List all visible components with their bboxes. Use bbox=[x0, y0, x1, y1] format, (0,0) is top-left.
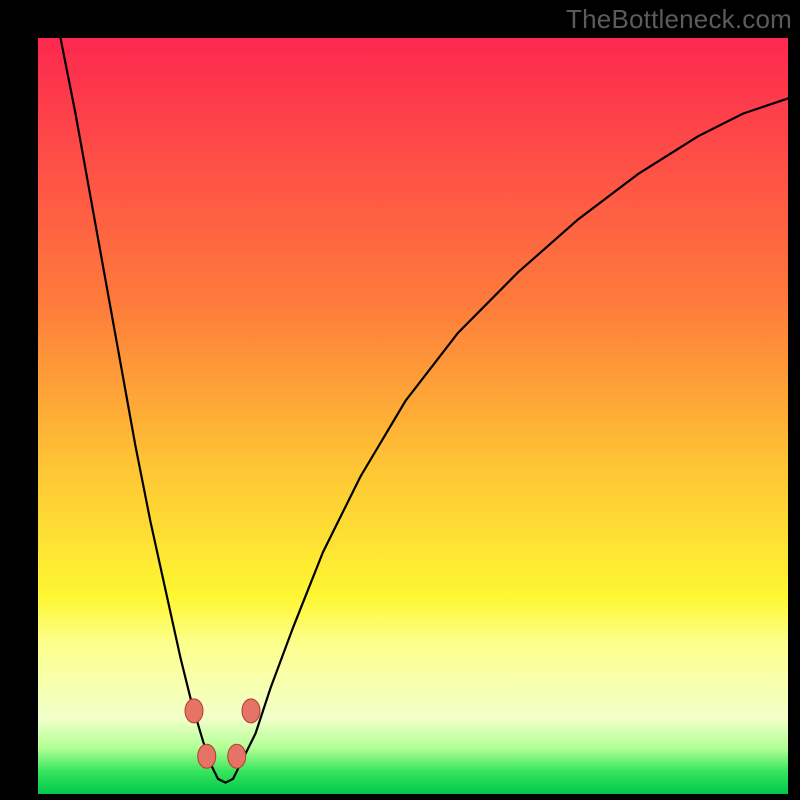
curve-marker bbox=[228, 744, 246, 768]
chart-svg bbox=[38, 38, 788, 794]
plot-area bbox=[38, 38, 788, 794]
chart-frame: TheBottleneck.com bbox=[0, 0, 800, 800]
curve-marker bbox=[185, 699, 203, 723]
curve-marker bbox=[198, 744, 216, 768]
watermark-label: TheBottleneck.com bbox=[566, 4, 792, 35]
curve-marker bbox=[242, 699, 260, 723]
